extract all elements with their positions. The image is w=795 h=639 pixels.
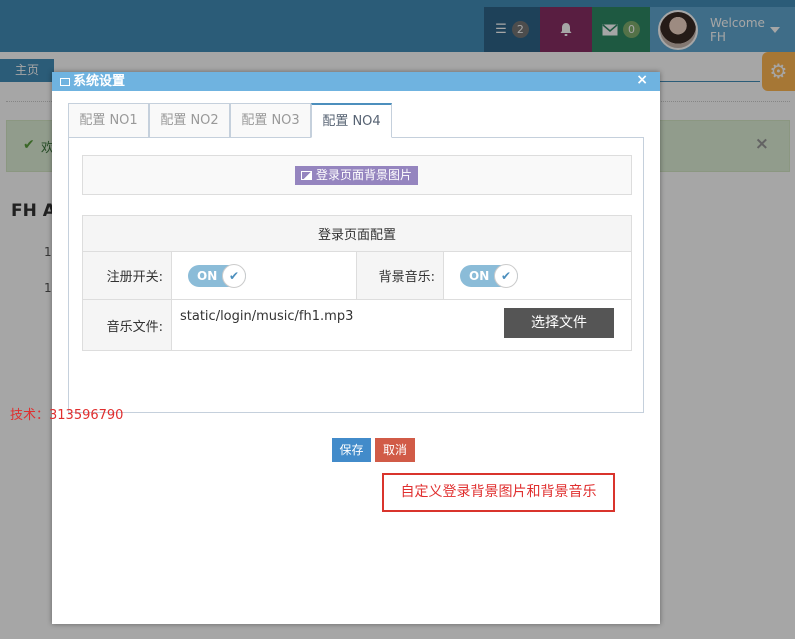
bg-music-toggle[interactable]: ON ✔: [460, 264, 518, 288]
register-switch-label: 注册开关:: [82, 251, 172, 300]
music-file-cell: static/login/music/fh1.mp3 选择文件: [171, 299, 632, 351]
register-toggle-state: ON: [197, 269, 218, 283]
choose-file-button[interactable]: 选择文件: [504, 308, 614, 338]
check-icon: ✔: [222, 264, 246, 288]
tab-config-no3[interactable]: 配置 NO3: [230, 103, 311, 138]
register-toggle[interactable]: ON ✔: [188, 264, 246, 288]
music-file-label: 音乐文件:: [82, 299, 172, 351]
login-config-table: 登录页面配置 注册开关: ON ✔ 背景音乐: ON ✔ 音乐文件: stati…: [82, 215, 632, 351]
close-icon[interactable]: ×: [636, 71, 648, 90]
tech-contact-note: 技术：313596790: [10, 408, 124, 423]
annotation-line: [127, 412, 643, 413]
background-image-section: 登录页面背景图片: [82, 155, 632, 195]
bg-button-label: 登录页面背景图片: [316, 168, 413, 182]
bg-music-cell: ON ✔: [443, 251, 632, 300]
dialog-header: 系统设置 ×: [52, 72, 660, 91]
tab-config-no1[interactable]: 配置 NO1: [68, 103, 149, 138]
window-icon: [60, 77, 70, 86]
tab-config-no4[interactable]: 配置 NO4: [311, 103, 392, 138]
register-switch-cell: ON ✔: [171, 251, 357, 300]
bg-music-toggle-state: ON: [469, 269, 490, 283]
config-table-header: 登录页面配置: [82, 215, 632, 252]
tab-config-no2[interactable]: 配置 NO2: [149, 103, 230, 138]
cancel-button[interactable]: 取消: [375, 438, 415, 462]
tab-panel-no4: 登录页面背景图片 登录页面配置 注册开关: ON ✔ 背景音乐: ON ✔ 音乐…: [68, 137, 644, 462]
dialog-title: 系统设置: [73, 74, 126, 89]
picture-icon: [301, 171, 312, 180]
bg-music-label: 背景音乐:: [356, 251, 444, 300]
check-icon: ✔: [494, 264, 518, 288]
feature-annotation-box: 自定义登录背景图片和背景音乐: [382, 473, 615, 512]
music-file-path: static/login/music/fh1.mp3: [180, 309, 354, 324]
save-button[interactable]: 保存: [332, 438, 371, 462]
system-settings-dialog: 系统设置 × 配置 NO1 配置 NO2 配置 NO3 配置 NO4 登录页面背…: [52, 72, 660, 624]
login-background-image-button[interactable]: 登录页面背景图片: [295, 166, 419, 185]
